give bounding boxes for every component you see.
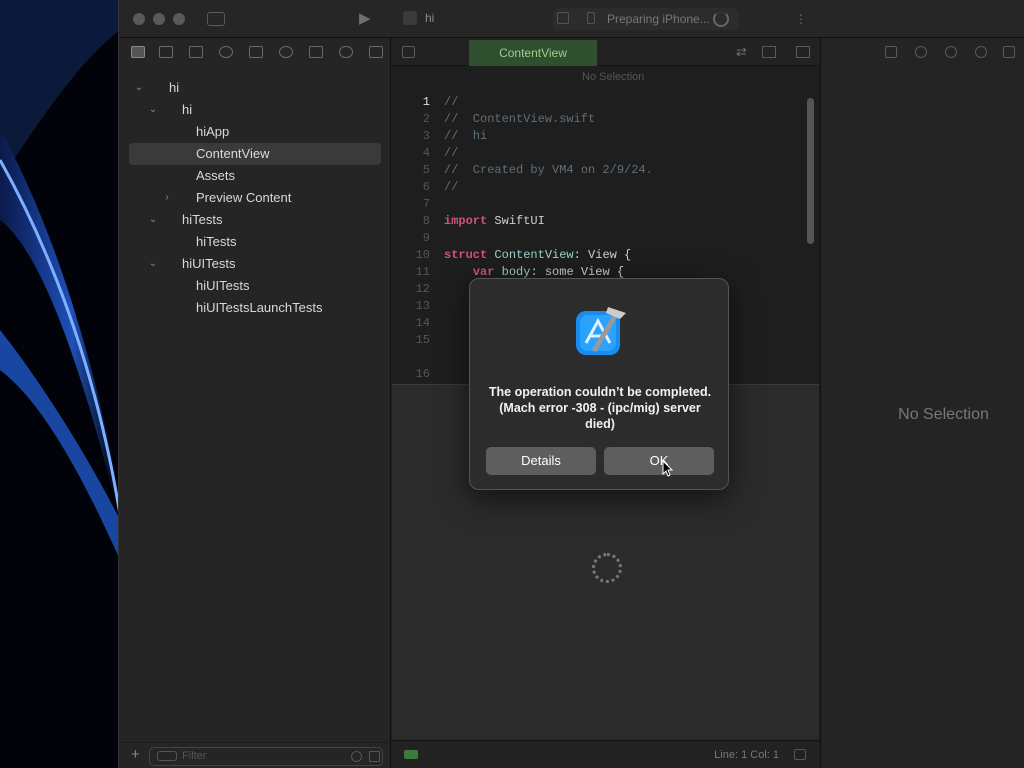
alert-message: The operation couldn’t be completed. (Ma…	[488, 385, 712, 431]
tree-item-label: Assets	[196, 168, 236, 183]
tree-item-hitests-group[interactable]: ⌄ hiTests	[129, 209, 381, 231]
tree-item-hiuitests-group[interactable]: ⌄ hiUITests	[129, 253, 381, 275]
desktop: ▶ hi Preparing iPhone... ⋮ ⌄ hi ⌄ hi hiA…	[0, 0, 1024, 768]
add-icon[interactable]: +	[131, 747, 140, 762]
code-line: 8 import SwiftUI	[422, 214, 545, 228]
run-icon[interactable]: ▶	[359, 11, 371, 26]
report-icon[interactable]	[369, 46, 383, 58]
jump-bar[interactable]: No Selection	[392, 66, 819, 88]
ok-button[interactable]: OK	[604, 447, 714, 475]
app-icon	[403, 11, 417, 25]
filter-placeholder: Filter	[182, 750, 207, 762]
code-line: 5// Created by VM4 on 2/9/24.	[422, 163, 653, 177]
grid-icon[interactable]	[402, 46, 415, 58]
tree-item-label: hiUITests	[196, 278, 250, 293]
filter-options-icon[interactable]	[157, 751, 177, 761]
mouse-cursor-icon	[662, 460, 674, 477]
iphone-icon	[587, 12, 595, 24]
attributes-icon[interactable]	[1003, 46, 1015, 58]
code-line: 4//	[422, 146, 459, 160]
sidebar-toggle-icon[interactable]	[207, 12, 225, 26]
chevron-down-icon[interactable]: ⌄	[147, 253, 159, 275]
debug-icon[interactable]	[309, 46, 323, 58]
tree-item-hiuitestslaunchtests[interactable]: hiUITestsLaunchTests	[129, 297, 381, 319]
inspector-tabs	[821, 38, 1024, 68]
close-window-button[interactable]	[133, 13, 145, 25]
split-editor-icon[interactable]	[796, 46, 810, 58]
hierarchy-icon[interactable]	[369, 751, 380, 762]
code-line: 1//	[422, 95, 459, 109]
code-line: 2// ContentView.swift	[422, 112, 596, 126]
accessibility-icon[interactable]	[975, 46, 987, 58]
toolbar: ▶ hi Preparing iPhone... ⋮	[119, 0, 1024, 38]
tree-item-label: hiTests	[182, 212, 223, 227]
code-line: 10 struct ContentView: View {	[415, 248, 632, 262]
progress-spinner-icon	[713, 11, 729, 27]
tree-item-label: hiApp	[196, 124, 230, 139]
code-line: 9	[422, 231, 430, 245]
chevron-down-icon[interactable]: ⌄	[147, 99, 159, 121]
loading-spinner-icon	[592, 553, 622, 583]
tree-item-assets[interactable]: Assets	[129, 165, 381, 187]
navigator-tabs	[119, 38, 391, 68]
status-text: Preparing iPhone...	[607, 12, 710, 26]
folder-icon[interactable]	[131, 46, 145, 58]
activity-status: Preparing iPhone...	[553, 8, 739, 30]
tree-item-label: hi	[182, 102, 193, 117]
error-alert-dialog: The operation couldn’t be completed. (Ma…	[469, 278, 729, 490]
file-inspector-icon[interactable]	[885, 46, 897, 58]
preview-status-icon[interactable]	[404, 750, 418, 759]
test-icon[interactable]	[279, 46, 293, 58]
editor-status-bar: Line: 1 Col: 1	[392, 740, 819, 768]
tab-contentview[interactable]: ContentView	[469, 40, 597, 66]
tree-item-contentview[interactable]: ContentView	[129, 143, 381, 165]
project-navigator: ⌄ hi ⌄ hi hiApp ContentView Assets › Pre…	[119, 38, 391, 768]
cursor-position: Line: 1 Col: 1	[714, 749, 779, 761]
no-selection-label: No Selection	[898, 406, 989, 423]
tree-item-hiuitests-file[interactable]: hiUITests	[129, 275, 381, 297]
code-line: 7	[422, 197, 430, 211]
editor-options-icon[interactable]	[762, 46, 776, 58]
tree-item-label: hiTests	[196, 234, 237, 249]
wallpaper-image	[0, 0, 120, 768]
tree-item-hitests-file[interactable]: hiTests	[129, 231, 381, 253]
code-line: 6//	[422, 180, 459, 194]
chevron-right-icon[interactable]: ›	[161, 187, 173, 209]
tree-item-label: ContentView	[196, 146, 270, 161]
more-icon[interactable]: ⋮	[795, 12, 807, 26]
issue-icon[interactable]	[249, 46, 263, 58]
xcode-app-icon	[576, 307, 626, 355]
minimize-window-button[interactable]	[153, 13, 165, 25]
zoom-window-button[interactable]	[173, 13, 185, 25]
swap-icon[interactable]: ⇄	[736, 45, 747, 59]
navigator-footer: + Filter	[119, 742, 391, 768]
breakpoint-icon[interactable]	[339, 46, 353, 58]
symbol-icon[interactable]	[189, 46, 203, 58]
recent-files-icon[interactable]	[351, 751, 362, 762]
details-button[interactable]: Details	[486, 447, 596, 475]
editor-scrollbar[interactable]	[807, 98, 814, 244]
tab-label: ContentView	[499, 46, 567, 60]
tree-item-label: hiUITests	[182, 256, 236, 271]
tree-item-label: hiUITestsLaunchTests	[196, 300, 323, 315]
code-line: 3// hi	[422, 129, 488, 143]
tree-item-label: Preview Content	[196, 190, 292, 205]
minimap-icon[interactable]	[794, 749, 806, 760]
source-control-icon[interactable]	[159, 46, 173, 58]
tree-item-hi-group[interactable]: ⌄ hi	[129, 99, 381, 121]
tree-item-preview-content[interactable]: › Preview Content	[129, 187, 381, 209]
find-icon[interactable]	[219, 46, 233, 58]
editor-tab-bar: ContentView ⇄	[392, 38, 819, 66]
tree-item-label: hi	[169, 80, 180, 95]
tree-item-hiapp[interactable]: hiApp	[129, 121, 381, 143]
chevron-down-icon[interactable]: ⌄	[133, 77, 145, 99]
tree-item-hi-project[interactable]: ⌄ hi	[129, 77, 381, 99]
history-icon[interactable]	[915, 46, 927, 58]
quick-help-icon[interactable]	[945, 46, 957, 58]
inspector-panel: No Selection	[820, 38, 1024, 768]
chevron-down-icon[interactable]: ⌄	[147, 209, 159, 231]
device-icon	[557, 12, 569, 24]
jump-bar-selection: No Selection	[582, 71, 645, 83]
filter-input[interactable]: Filter	[149, 747, 383, 766]
